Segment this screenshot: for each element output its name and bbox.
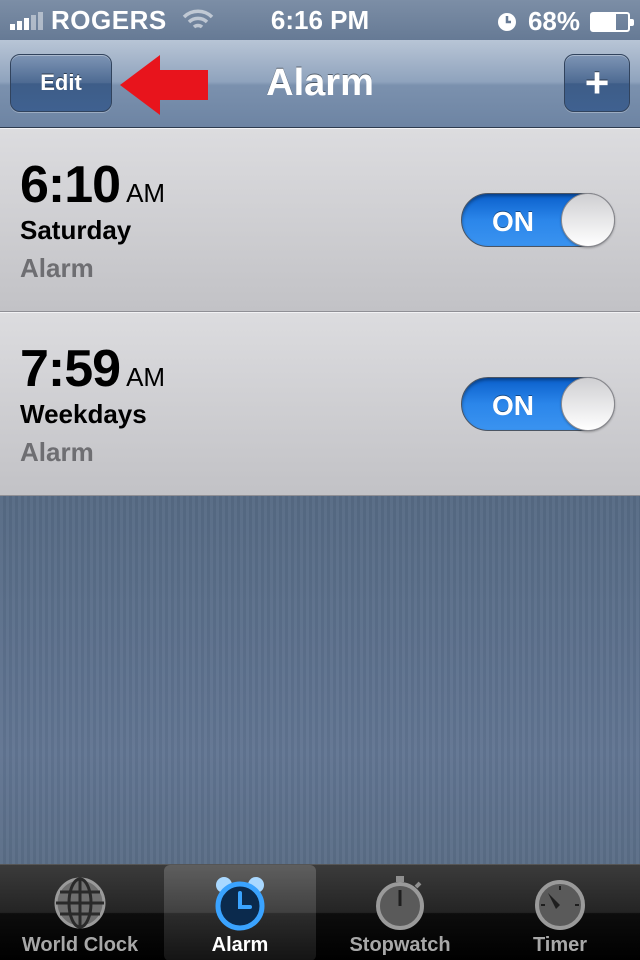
alarm-repeat: Weekdays [20, 399, 147, 429]
tab-label: World Clock [21, 934, 139, 956]
toggle-label: ON [492, 390, 534, 421]
alarm-label: Alarm [20, 437, 94, 467]
alarm-toggle[interactable]: ON [461, 377, 615, 431]
alarm-clock-icon [215, 877, 265, 931]
navigation-bar: Edit Alarm + [0, 40, 640, 128]
tab-label: Timer [532, 934, 588, 956]
alarm-time: 6:10 AM [20, 155, 165, 215]
empty-list-background [0, 496, 640, 864]
add-alarm-button[interactable]: + [564, 54, 630, 112]
alarm-toggle[interactable]: ON [461, 193, 615, 247]
tab-label: Alarm [211, 934, 269, 956]
tab-alarm[interactable]: Alarm [164, 865, 316, 960]
tab-world-clock[interactable]: World Clock [4, 865, 156, 960]
toggle-label: ON [492, 206, 534, 237]
tab-label: Stopwatch [349, 934, 451, 956]
alarm-ampm: AM [126, 178, 166, 208]
battery-icon [590, 11, 634, 32]
tab-timer[interactable]: Timer [484, 865, 636, 960]
alarm-time-value: 6:10 [20, 156, 121, 214]
battery-fill [592, 13, 617, 30]
toggle-knob[interactable] [561, 377, 615, 431]
toggle-knob[interactable] [561, 193, 615, 247]
tab-bar: World Clock Alarm Stopwatch Timer [0, 864, 640, 960]
battery-percent: 68% [527, 6, 580, 36]
stopwatch-icon [376, 876, 424, 930]
alarm-row[interactable]: 6:10 AM Saturday Alarm ON [0, 128, 640, 312]
alarm-ampm: AM [126, 362, 166, 392]
status-bar: ROGERS 6:16 PM 68% [0, 0, 640, 40]
tab-stopwatch[interactable]: Stopwatch [324, 865, 476, 960]
page-title: Alarm [266, 62, 374, 104]
globe-icon [54, 877, 106, 929]
alarm-repeat: Saturday [20, 215, 132, 245]
alarm-clock-icon [497, 12, 516, 31]
alarm-label: Alarm [20, 253, 94, 283]
red-arrow-annotation [120, 55, 208, 115]
alarm-time: 7:59 AM [20, 339, 165, 399]
alarm-time-value: 7:59 [20, 340, 121, 398]
timer-icon [535, 880, 585, 930]
alarm-row[interactable]: 7:59 AM Weekdays Alarm ON [0, 312, 640, 496]
